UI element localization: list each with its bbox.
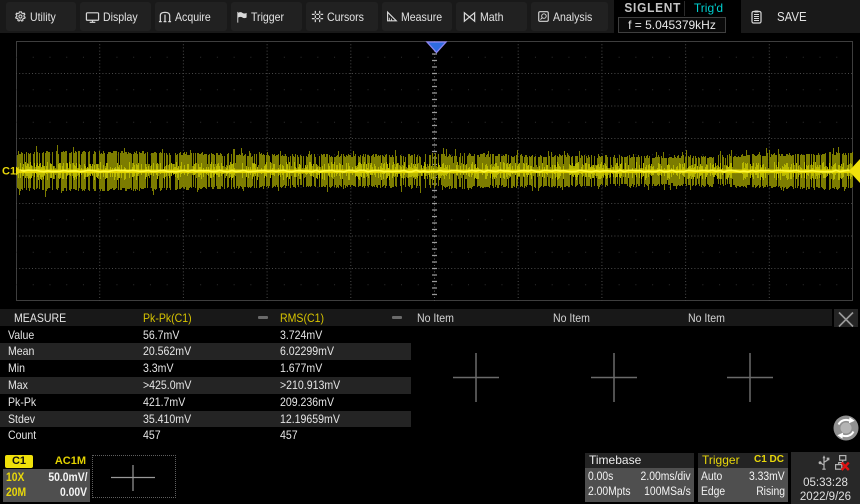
svg-text:C1: C1	[2, 166, 16, 178]
